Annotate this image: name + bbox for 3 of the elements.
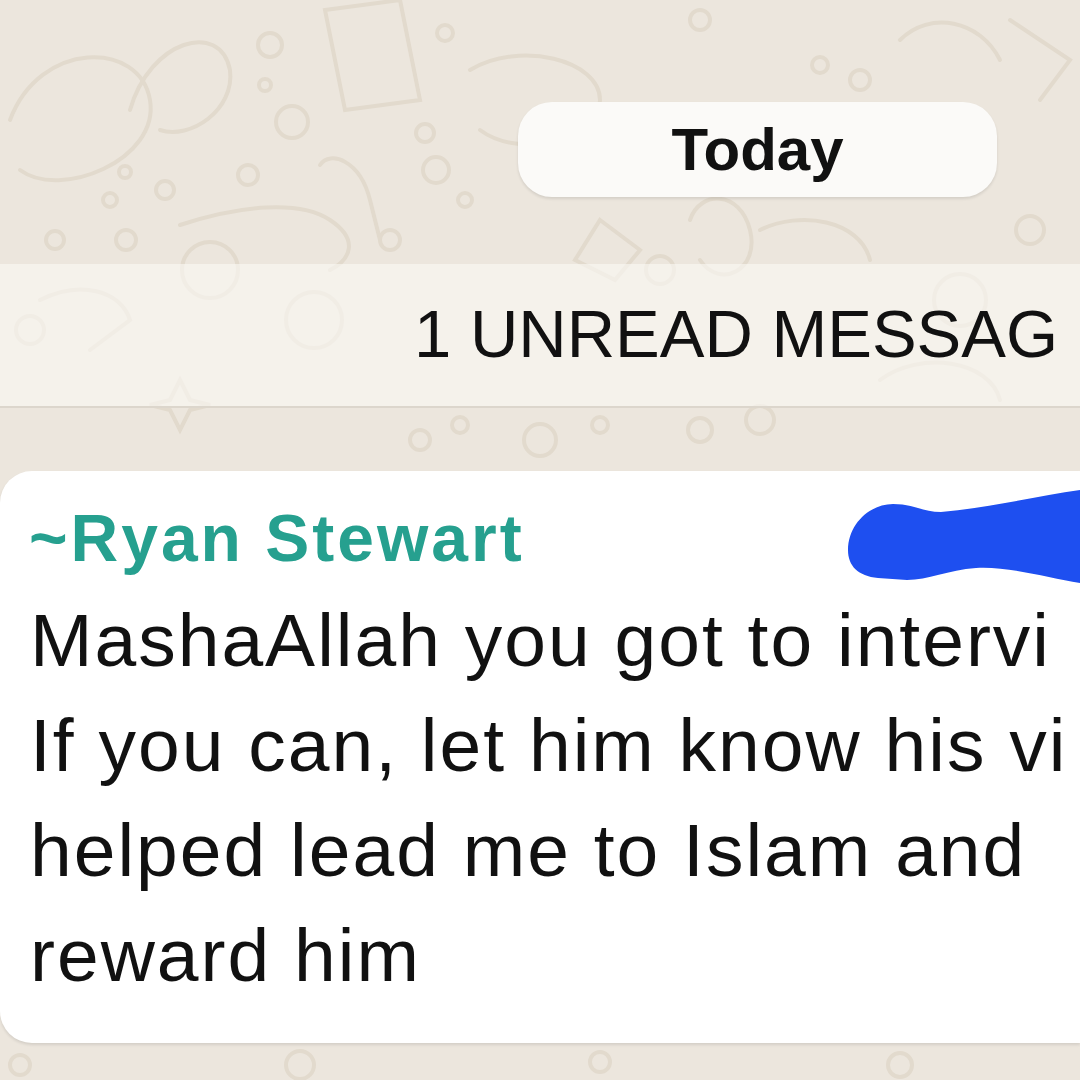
date-divider: Today	[518, 102, 997, 197]
unread-banner: 1 UNREAD MESSAG	[0, 264, 1080, 408]
message-text: MashaAllah you got to intervi If you can, let him know his vi helped lead me to Islam and reward him	[29, 597, 1068, 999]
